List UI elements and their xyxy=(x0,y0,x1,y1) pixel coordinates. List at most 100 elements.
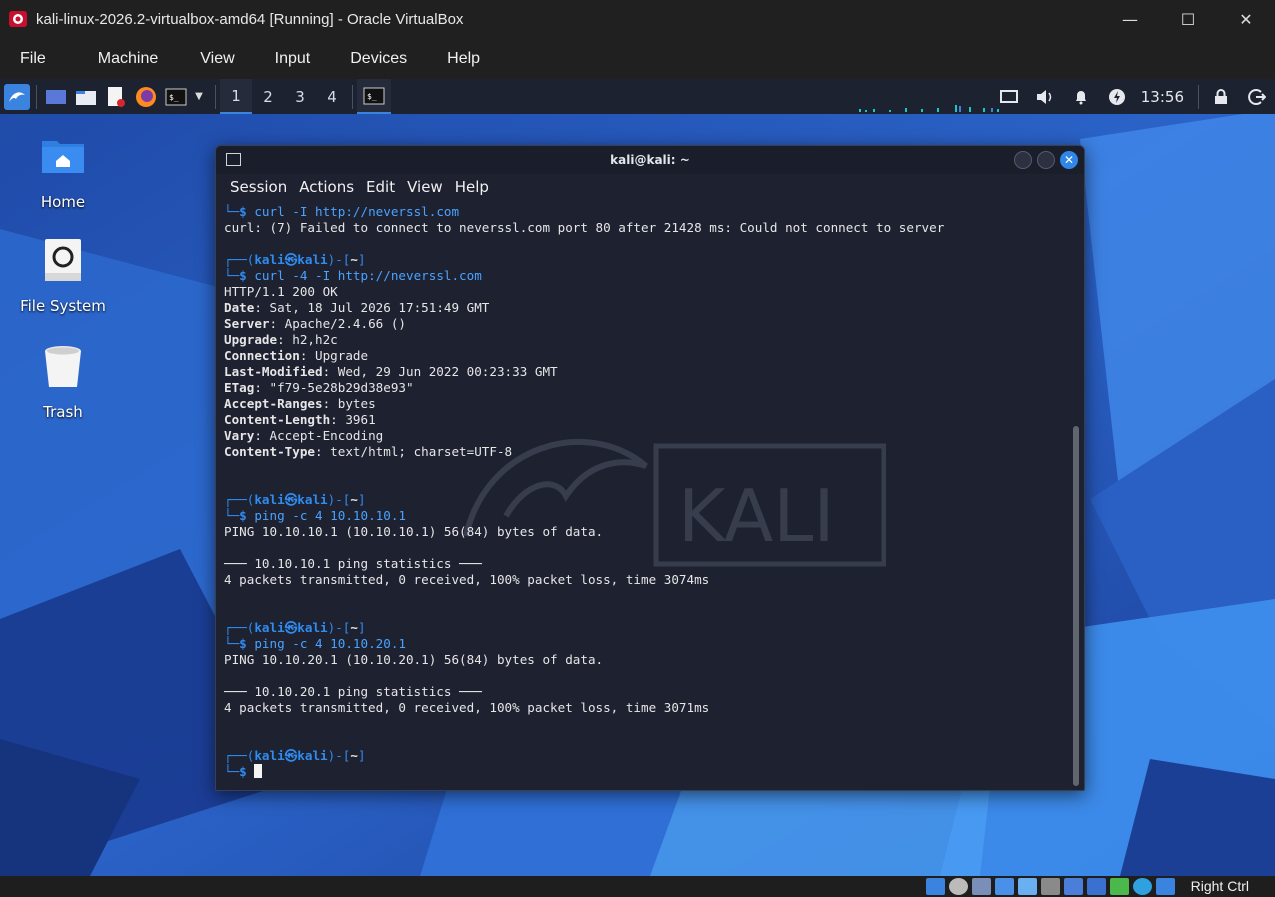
terminal-menubar: Session Actions Edit View Help xyxy=(216,174,1084,200)
kali-top-panel: $_ ▼ 1 2 3 4 $_ 13:56 xyxy=(0,79,1275,114)
terminal-line: Connection: Upgrade xyxy=(224,348,369,363)
terminal-cursor xyxy=(254,764,263,778)
volume-icon[interactable] xyxy=(1027,79,1063,114)
terminal-line: ┌──(kali㉿kali)-[~] xyxy=(224,748,366,763)
network-activity-graph-icon xyxy=(859,105,999,112)
display-icon[interactable] xyxy=(1064,878,1083,895)
terminal-line: 4 packets transmitted, 0 received, 100% … xyxy=(224,700,710,715)
workspace-2[interactable]: 2 xyxy=(252,79,284,114)
terminal-line: Last-Modified: Wed, 29 Jun 2022 00:23:33… xyxy=(224,364,558,379)
terminal-close-button[interactable]: ✕ xyxy=(1060,151,1078,169)
video-capture-icon[interactable] xyxy=(1087,878,1106,895)
virtualbox-app-icon xyxy=(9,11,27,27)
terminal-window-icon xyxy=(226,153,241,166)
cpu-icon[interactable] xyxy=(1110,878,1129,895)
power-manager-icon[interactable] xyxy=(1099,79,1135,114)
terminal-window[interactable]: kali@kali: ~ ✕ Session Actions Edit View… xyxy=(215,145,1085,791)
file-manager-icon[interactable] xyxy=(71,82,101,112)
menu-file[interactable]: File xyxy=(0,50,66,68)
network-icon[interactable] xyxy=(995,878,1014,895)
terminal-line: curl: (7) Failed to connect to neverssl.… xyxy=(224,220,945,235)
terminal-line: Content-Type: text/html; charset=UTF-8 xyxy=(224,444,513,459)
terminal-line: Vary: Accept-Encoding xyxy=(224,428,384,443)
terminal-minimize-button[interactable] xyxy=(1014,151,1032,169)
terminal-line: HTTP/1.1 200 OK xyxy=(224,284,338,299)
desktop-icon-home[interactable]: Home xyxy=(8,133,118,211)
svg-text:$_: $_ xyxy=(367,92,377,101)
host-window-title: kali-linux-2026.2-virtualbox-amd64 [Runn… xyxy=(36,10,464,28)
terminal-menu-edit[interactable]: Edit xyxy=(360,178,401,196)
panel-clock[interactable]: 13:56 xyxy=(1141,88,1184,106)
text-editor-icon[interactable] xyxy=(101,82,131,112)
drive-icon xyxy=(45,239,81,281)
menu-devices[interactable]: Devices xyxy=(330,50,427,68)
workspace-1[interactable]: 1 xyxy=(220,79,252,114)
terminal-menu-help[interactable]: Help xyxy=(449,178,495,196)
terminal-line: Upgrade: h2,h2c xyxy=(224,332,338,347)
terminal-menu-actions[interactable]: Actions xyxy=(293,178,360,196)
host-titlebar: kali-linux-2026.2-virtualbox-amd64 [Runn… xyxy=(0,0,1275,38)
terminal-line: ─── 10.10.20.1 ping statistics ─── xyxy=(224,684,482,699)
terminal-line: ┌──(kali㉿kali)-[~] xyxy=(224,252,366,267)
terminal-line: Content-Length: 3961 xyxy=(224,412,376,427)
chevron-down-icon[interactable]: ▼ xyxy=(191,82,207,112)
terminal-line: Accept-Ranges: bytes xyxy=(224,396,376,411)
kali-menu-icon[interactable] xyxy=(2,82,32,112)
terminal-line: ETag: "f79-5e28b29d38e93" xyxy=(224,380,414,395)
maximize-button[interactable]: ☐ xyxy=(1159,0,1217,38)
audio-icon[interactable] xyxy=(972,878,991,895)
terminal-launcher-icon[interactable]: $_ xyxy=(161,82,191,112)
terminal-line: └─$ curl -I http://neverssl.com xyxy=(224,204,460,219)
terminal-maximize-button[interactable] xyxy=(1037,151,1055,169)
trash-icon xyxy=(45,346,81,387)
terminal-line: └─$ ping -c 4 10.10.20.1 xyxy=(224,636,406,651)
menu-input[interactable]: Input xyxy=(255,50,331,68)
terminal-titlebar[interactable]: kali@kali: ~ ✕ xyxy=(216,146,1084,174)
optical-drive-icon[interactable] xyxy=(949,878,968,895)
guest-screen[interactable]: $_ ▼ 1 2 3 4 $_ 13:56 Home File System T… xyxy=(0,79,1275,876)
terminal-line: ┌──(kali㉿kali)-[~] xyxy=(224,492,366,507)
mouse-integration-icon[interactable] xyxy=(1133,878,1152,895)
shared-folders-icon[interactable] xyxy=(1041,878,1060,895)
desktop-icon-file-system[interactable]: File System xyxy=(8,237,118,315)
terminal-menu-view[interactable]: View xyxy=(401,178,449,196)
menu-view[interactable]: View xyxy=(178,50,254,68)
workspace-4[interactable]: 4 xyxy=(316,79,348,114)
terminal-line: └─$ curl -4 -I http://neverssl.com xyxy=(224,268,482,283)
minimize-button[interactable]: — xyxy=(1101,0,1159,38)
logout-icon[interactable] xyxy=(1239,79,1275,114)
workspace-3[interactable]: 3 xyxy=(284,79,316,114)
terminal-menu-session[interactable]: Session xyxy=(224,178,293,196)
desktop-icon-trash-label: Trash xyxy=(43,403,83,421)
desktop-icon-trash[interactable]: Trash xyxy=(8,343,118,421)
firefox-icon[interactable] xyxy=(131,82,161,112)
terminal-line: 4 packets transmitted, 0 received, 100% … xyxy=(224,572,710,587)
notifications-bell-icon[interactable] xyxy=(1063,79,1099,114)
terminal-line: Date: Sat, 18 Jul 2026 17:51:49 GMT xyxy=(224,300,490,315)
host-statusbar: Right Ctrl xyxy=(0,876,1275,897)
menu-machine[interactable]: Machine xyxy=(66,50,178,68)
terminal-line: PING 10.10.10.1 (10.10.10.1) 56(84) byte… xyxy=(224,524,604,539)
menu-help[interactable]: Help xyxy=(427,50,500,68)
terminal-scrollbar[interactable] xyxy=(1073,426,1079,786)
lock-screen-icon[interactable] xyxy=(1203,79,1239,114)
display-settings-icon[interactable] xyxy=(991,79,1027,114)
terminal-line: ┌──(kali㉿kali)-[~] xyxy=(224,620,366,635)
hard-disk-icon[interactable] xyxy=(926,878,945,895)
terminal-title: kali@kali: ~ xyxy=(610,153,690,167)
desktop-icon-home-label: Home xyxy=(40,193,86,211)
svg-text:$_: $_ xyxy=(169,93,179,102)
show-desktop-icon[interactable] xyxy=(41,82,71,112)
host-menubar: File Machine View Input Devices Help xyxy=(0,38,1275,79)
terminal-output[interactable]: └─$ curl -I http://neverssl.com curl: (7)… xyxy=(216,200,1072,790)
usb-icon[interactable] xyxy=(1018,878,1037,895)
close-button[interactable]: ✕ xyxy=(1217,0,1275,38)
keyboard-capture-icon[interactable] xyxy=(1156,878,1175,895)
taskbar-terminal-button[interactable]: $_ xyxy=(357,79,391,114)
